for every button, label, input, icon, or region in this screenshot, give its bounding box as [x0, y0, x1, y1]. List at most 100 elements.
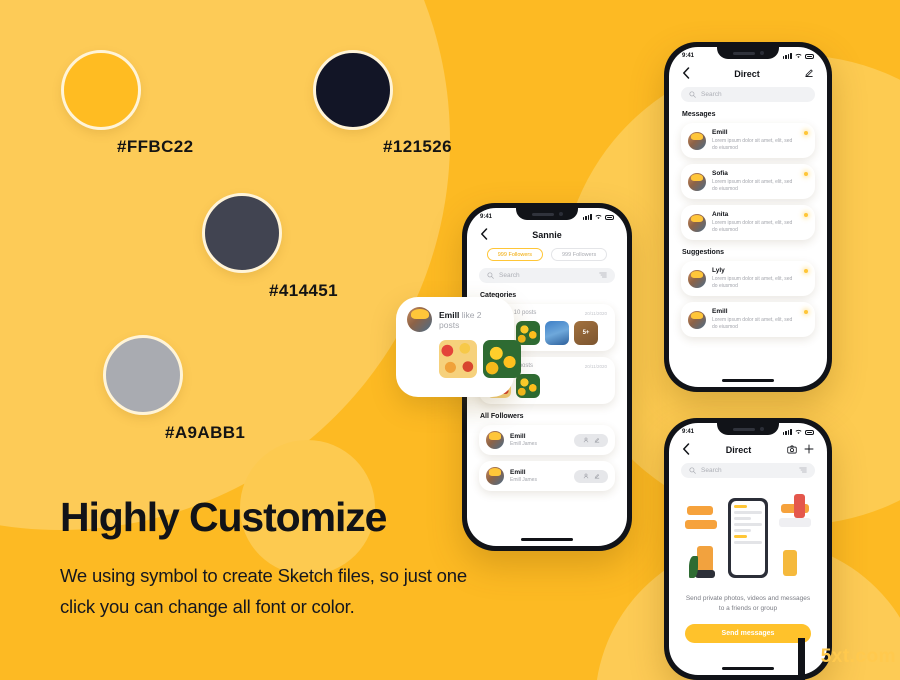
thumbnail[interactable] — [516, 374, 540, 398]
page-subtitle: We using symbol to create Sketch files, … — [60, 565, 467, 617]
activity-date: 20/11/2020 — [584, 310, 607, 316]
nav-title: Direct — [725, 445, 752, 455]
status-time: 9:41 — [682, 53, 695, 59]
status-time: 9:41 — [682, 429, 695, 435]
illus-plant — [689, 556, 698, 578]
illus-line — [734, 541, 762, 544]
list-item-preview: Lorem ipsum dolor sit amet, elit, sed do… — [712, 275, 793, 289]
person-icon — [583, 437, 588, 443]
swatch-hex-label: #FFBC22 — [117, 137, 194, 156]
thumbnail[interactable] — [516, 321, 540, 345]
swatch-disc — [313, 50, 393, 130]
signal-icon — [582, 214, 592, 220]
status-bar: 9:41 — [467, 208, 627, 220]
empty-state-text: Send private photos, videos and messages… — [685, 595, 811, 613]
compose-icon[interactable] — [804, 68, 814, 80]
battery-icon — [805, 53, 814, 59]
popup-text: Emill like 2 posts — [439, 310, 503, 330]
color-swatch-dark-navy: #121526 — [313, 50, 452, 156]
follower-handle: Emill James — [510, 441, 537, 447]
thumbnail[interactable] — [545, 321, 569, 345]
unread-dot-icon — [804, 213, 808, 217]
illus-bubble — [685, 520, 717, 529]
search-input[interactable]: Search — [681, 463, 815, 478]
filter-icon[interactable] — [599, 271, 607, 281]
list-item-name: Emill — [712, 308, 728, 315]
chip-followers-active[interactable]: 999 Followers — [486, 248, 543, 261]
list-item-name: Emill — [712, 129, 728, 136]
wifi-icon — [595, 214, 602, 220]
wifi-icon — [795, 429, 802, 435]
nav-bar: Sannie — [467, 220, 627, 248]
chip-followers[interactable]: 999 Followers — [551, 248, 608, 261]
search-input[interactable]: Search — [681, 87, 815, 102]
nav-actions — [787, 444, 814, 456]
unread-dot-icon — [804, 269, 808, 273]
popup-like-card[interactable]: Emill like 2 posts — [396, 297, 521, 397]
avatar — [688, 131, 706, 150]
home-indicator — [722, 379, 774, 382]
back-chevron-left-icon[interactable] — [682, 443, 690, 457]
illus-person-walking — [794, 494, 805, 518]
plus-icon[interactable] — [804, 444, 814, 456]
thumbnail-more-badge[interactable]: 5+ — [574, 321, 598, 345]
color-swatch-primary-yellow: #FFBC22 — [61, 50, 193, 156]
thumbnail[interactable] — [439, 340, 477, 378]
signal-icon — [782, 429, 792, 435]
follower-actions[interactable] — [574, 433, 608, 447]
nav-bar: Direct — [669, 435, 827, 463]
battery-icon — [805, 429, 814, 435]
filter-icon[interactable] — [799, 466, 807, 476]
wifi-icon — [795, 53, 802, 59]
send-messages-button[interactable]: Send messages — [685, 624, 811, 644]
list-item-name: Lyly — [712, 267, 725, 274]
avatar — [407, 307, 432, 332]
swatch-hex-label: #414451 — [269, 281, 338, 300]
search-placeholder: Search — [701, 91, 722, 98]
camera-icon[interactable] — [787, 445, 797, 456]
page-title: Highly Customize — [60, 494, 387, 540]
follower-row[interactable]: Emill Emill James — [479, 461, 615, 491]
search-icon — [689, 91, 696, 98]
unread-dot-icon — [804, 172, 808, 176]
illus-phone — [728, 498, 768, 578]
list-item[interactable]: Lyly Lorem ipsum dolor sit amet, elit, s… — [681, 261, 815, 296]
status-icons — [782, 429, 814, 435]
illus-line — [734, 517, 751, 520]
list-item[interactable]: Sofia Lorem ipsum dolor sit amet, elit, … — [681, 164, 815, 199]
home-indicator — [521, 538, 573, 541]
phone-mockup-direct-list: 9:41 Direct Search Messages Emill Lorem … — [664, 42, 832, 392]
phone-mockup-direct-empty: 9:41 Direct Search Send private photos, … — [664, 418, 832, 680]
avatar — [486, 467, 504, 485]
swatch-disc — [61, 50, 141, 130]
section-title-all-followers: All Followers — [480, 413, 524, 420]
activity-date: 20/11/2020 — [584, 363, 607, 369]
follower-name: Emill — [510, 469, 526, 476]
unread-dot-icon — [804, 131, 808, 135]
search-input[interactable]: Search — [479, 268, 615, 283]
follower-actions[interactable] — [574, 469, 608, 483]
status-time: 9:41 — [480, 214, 493, 220]
battery-icon — [605, 214, 614, 220]
search-icon — [689, 467, 696, 474]
list-item-preview: Lorem ipsum dolor sit amet, elit, sed do… — [712, 316, 793, 330]
follower-row[interactable]: Emill Emill James — [479, 425, 615, 455]
illus-phone-screen — [731, 501, 765, 575]
list-item[interactable]: Anita Lorem ipsum dolor sit amet, elit, … — [681, 205, 815, 240]
nav-bar: Direct — [669, 59, 827, 87]
back-chevron-left-icon[interactable] — [480, 228, 488, 242]
thumbnail[interactable] — [483, 340, 521, 378]
list-item-preview: Lorem ipsum dolor sit amet, elit, sed do… — [712, 178, 793, 192]
watermark-block — [798, 638, 805, 680]
search-placeholder: Search — [499, 272, 520, 279]
follower-name: Emill — [510, 433, 526, 440]
popup-header: Emill like 2 posts — [407, 307, 503, 332]
illus-line — [734, 535, 747, 538]
phone-screen: 9:41 Direct Search Messages Emill Lorem … — [669, 47, 827, 387]
back-chevron-left-icon[interactable] — [682, 67, 690, 81]
list-item[interactable]: Emill Lorem ipsum dolor sit amet, elit, … — [681, 123, 815, 158]
status-icons — [782, 53, 814, 59]
list-item[interactable]: Emill Lorem ipsum dolor sit amet, elit, … — [681, 302, 815, 337]
nav-title: Sannie — [532, 230, 562, 240]
status-bar: 9:41 — [669, 47, 827, 59]
